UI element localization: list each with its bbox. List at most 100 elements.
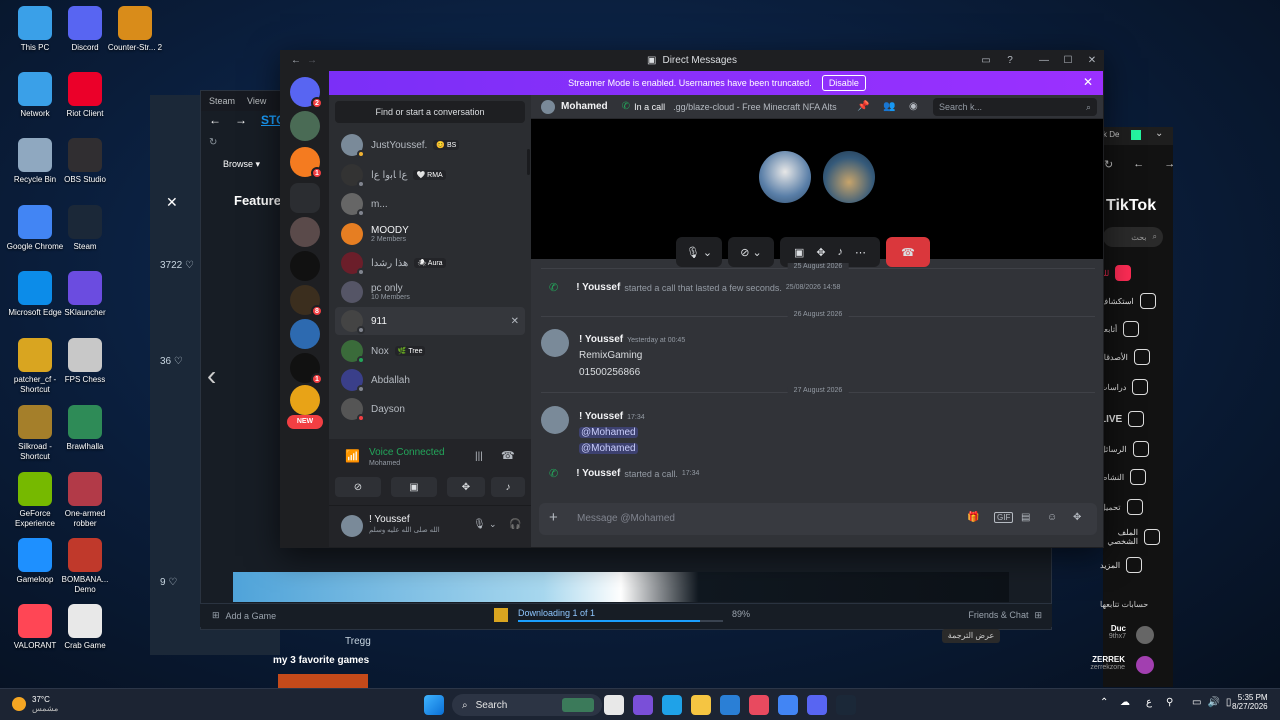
- dm-item[interactable]: MOODY 2 Members: [335, 220, 525, 248]
- close-icon[interactable]: ✕: [1085, 54, 1099, 68]
- steam-reload-icon[interactable]: ↻: [209, 137, 217, 148]
- desktop-shortcut[interactable]: This PC: [10, 6, 60, 53]
- desktop-shortcut[interactable]: Recycle Bin: [10, 138, 60, 185]
- avatar[interactable]: [1136, 626, 1154, 644]
- camera-off-button[interactable]: ⊘: [335, 477, 381, 497]
- dm-item[interactable]: Nox 🌿 Tree: [335, 337, 525, 365]
- reload-icon[interactable]: ↻: [1104, 158, 1113, 171]
- tray-chevron-icon[interactable]: ⌃: [1100, 697, 1108, 708]
- clock[interactable]: 5:35 PM 8/27/2026: [1232, 693, 1268, 711]
- new-unreads-badge[interactable]: NEW: [287, 415, 323, 429]
- tiktok-nav-item[interactable]: المزيد: [1100, 554, 1160, 576]
- mute-icon[interactable]: 🎙: [473, 519, 486, 530]
- dm-item[interactable]: m...: [335, 190, 525, 218]
- dm-item[interactable]: Abdallah: [335, 366, 525, 394]
- tiktok-nav-item[interactable]: النشاط: [1100, 466, 1160, 488]
- activities-icon[interactable]: ✥: [816, 246, 825, 259]
- more-icon[interactable]: ⋯: [855, 246, 866, 259]
- activities-button[interactable]: ✥: [447, 477, 485, 497]
- chrome-icon[interactable]: [778, 695, 798, 715]
- server-cup-icon[interactable]: [290, 251, 320, 281]
- system-tray[interactable]: ▭ 🔊 ▯: [1192, 697, 1231, 708]
- user-name[interactable]: ! Youssef: [369, 514, 410, 525]
- inbox-icon[interactable]: ▭: [979, 54, 993, 68]
- back-icon[interactable]: ←: [1133, 158, 1144, 171]
- steam-icon[interactable]: [836, 695, 856, 715]
- download-status[interactable]: Downloading 1 of 1: [518, 608, 595, 618]
- store-icon[interactable]: [720, 695, 740, 715]
- onedrive-icon[interactable]: ☁: [1120, 697, 1130, 708]
- desktop-shortcut[interactable]: patcher_cf - Shortcut: [10, 338, 60, 395]
- gif-icon[interactable]: GIF: [994, 512, 1014, 523]
- scrollbar-thumb[interactable]: [527, 149, 530, 175]
- participant-avatar[interactable]: [823, 151, 875, 203]
- desktop-shortcut[interactable]: SKlauncher: [60, 271, 110, 318]
- desktop-shortcut[interactable]: Brawlhalla: [60, 405, 110, 452]
- desktop-shortcut[interactable]: Counter-Str... 2: [108, 6, 162, 53]
- steam-menu-steam[interactable]: Steam: [209, 96, 235, 106]
- start-button[interactable]: [424, 695, 444, 715]
- steam-back-icon[interactable]: ←: [209, 113, 221, 127]
- tiktok-nav-item[interactable]: استكشاف: [1100, 290, 1160, 312]
- edge-icon[interactable]: [662, 695, 682, 715]
- dm-item[interactable]: JustYoussef. 😊 BS: [335, 131, 525, 159]
- post-thumbnail[interactable]: [278, 674, 368, 688]
- disconnect-icon[interactable]: ☎: [501, 449, 515, 462]
- desktop-shortcut[interactable]: Discord: [60, 6, 110, 53]
- server-server-icon[interactable]: 8: [290, 285, 323, 317]
- user-mention[interactable]: @Mohamed: [579, 427, 638, 438]
- desktop-shortcut[interactable]: Google Chrome: [7, 205, 63, 252]
- headphones-icon[interactable]: 🎧: [509, 519, 521, 530]
- following-account[interactable]: ZERREK zerrekzone: [1085, 655, 1125, 671]
- server-discord-home-icon[interactable]: 2: [290, 77, 323, 109]
- steam-close-icon[interactable]: ✕: [166, 194, 178, 211]
- apps-icon[interactable]: ✥: [1073, 512, 1081, 523]
- soundboard-button[interactable]: ♪: [491, 477, 525, 497]
- weather-icon[interactable]: [12, 697, 26, 711]
- desktop-shortcut[interactable]: FPS Chess: [60, 338, 110, 385]
- message-input[interactable]: Message @Mohamed: [577, 513, 675, 524]
- dm-item[interactable]: pc only 10 Members: [335, 278, 525, 306]
- tiktok-nav-item[interactable]: الرسائل: [1100, 438, 1160, 460]
- dm-item[interactable]: هذا رشدا 🕷 Aura: [335, 249, 525, 277]
- chevron-down-icon[interactable]: ⌄: [1155, 128, 1163, 139]
- weather-widget[interactable]: 37°C مشمس: [32, 695, 58, 713]
- desktop-shortcut[interactable]: Gameloop: [10, 538, 60, 585]
- desktop-shortcut[interactable]: BOMBANA... Demo: [60, 538, 110, 595]
- profile-icon[interactable]: ◉: [909, 101, 918, 112]
- participant-avatar[interactable]: [759, 151, 811, 203]
- translate-button[interactable]: عرض الترجمة: [942, 629, 1000, 643]
- soundboard-icon[interactable]: ♪: [838, 246, 844, 258]
- gift-icon[interactable]: 🎁: [967, 512, 979, 523]
- desktop-shortcut[interactable]: Network: [10, 72, 60, 119]
- screen-share-button[interactable]: ▣: [391, 477, 437, 497]
- snipping-tool-icon[interactable]: [749, 695, 769, 715]
- close-dm-icon[interactable]: ✕: [511, 316, 519, 327]
- dm-item[interactable]: Dayson: [335, 395, 525, 423]
- screen-share-icon[interactable]: ▣: [794, 246, 804, 259]
- dm-item[interactable]: 911 ✕: [335, 307, 525, 335]
- language-indicator[interactable]: ع: [1146, 697, 1152, 708]
- steam-forward-icon[interactable]: →: [235, 113, 247, 127]
- desktop-shortcut[interactable]: VALORANT: [10, 604, 60, 651]
- voice-connected-label[interactable]: Voice Connected: [369, 447, 445, 458]
- emoji-icon[interactable]: ☺: [1047, 512, 1057, 523]
- tiktok-search[interactable]: بحث ⌕: [1103, 227, 1163, 247]
- add-friends-icon[interactable]: 👥: [883, 101, 895, 112]
- recipient-name[interactable]: Mohamed: [561, 101, 608, 112]
- server-friend-request-icon[interactable]: 1: [290, 147, 323, 179]
- steam-browse-menu[interactable]: Browse ▾: [223, 159, 260, 170]
- user-avatar[interactable]: [341, 515, 363, 537]
- close-icon[interactable]: ✕: [1083, 75, 1093, 89]
- server-folder-icon[interactable]: [290, 183, 320, 213]
- steam-menu-view[interactable]: View: [247, 96, 266, 106]
- desktop-shortcut[interactable]: Riot Client: [60, 72, 110, 119]
- voice-channel-name[interactable]: Mohamed: [369, 460, 400, 467]
- friends-chat-button[interactable]: Friends & Chat ⊞: [968, 610, 1042, 621]
- disable-streamer-button[interactable]: Disable: [821, 75, 866, 91]
- server-dr-icon[interactable]: [290, 385, 320, 415]
- tiktok-nav-item[interactable]: لك: [1100, 262, 1160, 284]
- taskbar-search[interactable]: ⌕ Search: [452, 694, 602, 716]
- sticker-icon[interactable]: ▤: [1021, 512, 1030, 523]
- tiktok-nav-item[interactable]: أتابعه: [1100, 318, 1160, 340]
